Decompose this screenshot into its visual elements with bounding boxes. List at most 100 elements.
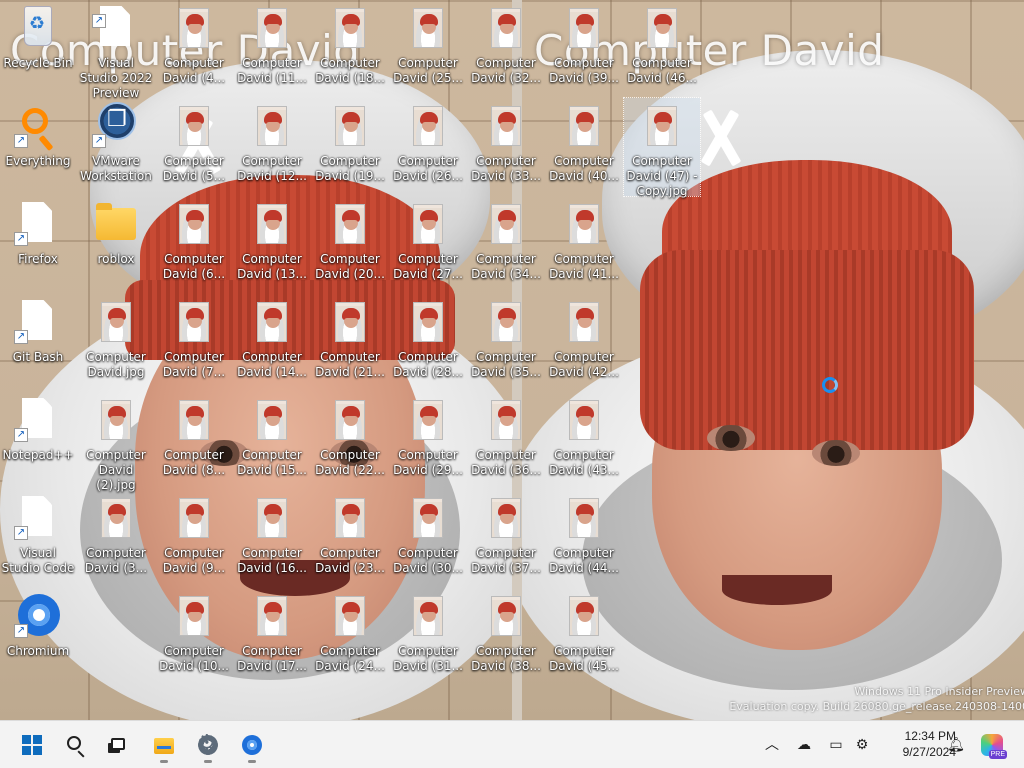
image-file-icon[interactable]: Computer David (17... — [234, 588, 310, 680]
image-file-icon[interactable]: Computer David (34... — [468, 196, 544, 288]
image-file-icon[interactable]: Computer David (13... — [234, 196, 310, 288]
icon-label: Computer David (25... — [393, 56, 463, 85]
image-file-icon[interactable]: Computer David (42... — [546, 294, 622, 386]
clock[interactable]: 12:34 PM 9/27/2024 — [870, 728, 956, 760]
desktop-icon-firefox[interactable]: ↗ Firefox — [0, 196, 76, 288]
image-thumbnail-icon — [413, 8, 443, 48]
image-file-icon[interactable]: Computer David (31... — [390, 588, 466, 680]
image-thumbnail-icon — [335, 8, 365, 48]
icon-label: Visual Studio 2022 Preview — [79, 56, 153, 100]
image-file-icon[interactable]: Computer David (33... — [468, 98, 544, 190]
file-explorer-button[interactable] — [146, 727, 182, 763]
task-view-button[interactable] — [100, 727, 136, 763]
image-file-icon[interactable]: Computer David (46... — [624, 0, 700, 92]
icon-label: Computer David (15... — [237, 448, 307, 477]
image-file-icon[interactable]: Computer David (38... — [468, 588, 544, 680]
image-thumbnail-icon — [569, 400, 599, 440]
chevron-up-icon[interactable]: ︿ — [762, 735, 782, 755]
desktop-icon-recycle-bin[interactable]: Recycle Bin — [0, 0, 76, 92]
image-file-icon[interactable]: Computer David (39... — [546, 0, 622, 92]
image-file-icon[interactable]: Computer David (18... — [312, 0, 388, 92]
image-file-icon[interactable]: Computer David (7... — [156, 294, 232, 386]
gear-icon — [197, 731, 218, 756]
image-file-icon[interactable]: Computer David (28... — [390, 294, 466, 386]
image-file-icon[interactable]: Computer David (45... — [546, 588, 622, 680]
image-file-icon[interactable]: Computer David (32... — [468, 0, 544, 92]
desktop-icon-notepad-plus-plus[interactable]: ↗ Notepad++ — [0, 392, 76, 484]
image-file-icon-selected[interactable]: Computer David (47) - Copy.jpg — [623, 97, 701, 198]
image-file-icon[interactable]: Computer David.jpg — [78, 294, 154, 386]
display-network-icon[interactable]: ▭ — [826, 735, 846, 755]
image-thumbnail-icon — [569, 596, 599, 636]
image-file-icon[interactable]: Computer David (21... — [312, 294, 388, 386]
image-file-icon[interactable]: Computer David (37... — [468, 490, 544, 582]
image-file-icon[interactable]: Computer David (30... — [390, 490, 466, 582]
image-file-icon[interactable]: Computer David (26... — [390, 98, 466, 190]
image-thumbnail-icon — [335, 400, 365, 440]
icon-label: Computer David (10... — [159, 644, 229, 673]
desktop-icon-visual-studio-2022[interactable]: ↗ Visual Studio 2022 Preview — [78, 0, 154, 100]
image-file-icon[interactable]: Computer David (29... — [390, 392, 466, 484]
icon-label: Computer David (33... — [471, 154, 541, 183]
icon-label: Computer David.jpg — [86, 350, 146, 379]
battery-settings-icon[interactable]: ⚙ — [852, 735, 872, 755]
image-file-icon[interactable]: Computer David (23... — [312, 490, 388, 582]
image-file-icon[interactable]: Computer David (25... — [390, 0, 466, 92]
image-file-icon[interactable]: Computer David (20... — [312, 196, 388, 288]
image-file-icon[interactable]: Computer David (15... — [234, 392, 310, 484]
image-file-icon[interactable]: Computer David (2).jpg — [78, 392, 154, 492]
image-file-icon[interactable]: Computer David (8... — [156, 392, 232, 484]
task-view-icon — [111, 738, 125, 750]
image-file-icon[interactable]: Computer David (41... — [546, 196, 622, 288]
image-file-icon[interactable]: Computer David (9... — [156, 490, 232, 582]
image-file-icon[interactable]: Computer David (35... — [468, 294, 544, 386]
image-thumbnail-icon — [413, 204, 443, 244]
image-thumbnail-icon — [647, 106, 677, 146]
icon-label: Computer David (43... — [549, 448, 619, 477]
image-file-icon[interactable]: Computer David (22... — [312, 392, 388, 484]
desktop-icon-git-bash[interactable]: ↗ Git Bash — [0, 294, 76, 386]
image-file-icon[interactable]: Computer David (6... — [156, 196, 232, 288]
settings-button[interactable] — [190, 727, 226, 763]
icon-label: roblox — [97, 252, 135, 266]
start-button[interactable] — [14, 727, 50, 763]
shortcut-arrow-icon: ↗ — [92, 134, 106, 148]
image-file-icon[interactable]: Computer David (3... — [78, 490, 154, 582]
image-file-icon[interactable]: Computer David (4... — [156, 0, 232, 92]
icon-label: Computer David (19... — [315, 154, 385, 183]
image-file-icon[interactable]: Computer David (10... — [156, 588, 232, 680]
image-thumbnail-icon — [569, 106, 599, 146]
desktop-icon-chromium[interactable]: ↗ Chromium — [0, 588, 76, 680]
busy-cursor-icon — [822, 377, 838, 393]
image-thumbnail-icon — [257, 596, 287, 636]
image-file-icon[interactable]: Computer David (12... — [234, 98, 310, 190]
copilot-preview-badge: PRE — [988, 750, 1007, 759]
image-file-icon[interactable]: Computer David (27... — [390, 196, 466, 288]
desktop-icon-roblox-folder[interactable]: roblox — [78, 196, 154, 288]
image-file-icon[interactable]: Computer David (36... — [468, 392, 544, 484]
image-file-icon[interactable]: Computer David (19... — [312, 98, 388, 190]
desktop-icon-vmware-workstation[interactable]: ↗ VMware Workstation — [78, 98, 154, 190]
desktop-icon-visual-studio-code[interactable]: ↗ Visual Studio Code — [0, 490, 76, 582]
image-file-icon[interactable]: Computer David (43... — [546, 392, 622, 484]
icon-label: Everything — [5, 154, 71, 168]
copilot-icon[interactable]: PRE — [981, 734, 1007, 759]
folder-icon — [96, 203, 136, 240]
image-file-icon[interactable]: Computer David (16... — [234, 490, 310, 582]
chromium-taskbar-button[interactable] — [234, 727, 270, 763]
search-button[interactable] — [58, 727, 94, 763]
image-thumbnail-icon — [491, 8, 521, 48]
image-file-icon[interactable]: Computer David (44... — [546, 490, 622, 582]
image-file-icon[interactable]: Computer David (40... — [546, 98, 622, 190]
image-file-icon[interactable]: Computer David (5... — [156, 98, 232, 190]
image-file-icon[interactable]: Computer David (11... — [234, 0, 310, 92]
icon-label: Computer David (47) - Copy.jpg — [626, 154, 698, 198]
icon-label: Computer David (21... — [315, 350, 385, 379]
bell-icon[interactable]: 🔔︎ — [946, 735, 966, 755]
image-thumbnail-icon — [491, 204, 521, 244]
cloud-off-icon[interactable]: ☁ — [794, 735, 814, 755]
desktop-icon-everything[interactable]: ↗ Everything — [0, 98, 76, 190]
image-file-icon[interactable]: Computer David (24... — [312, 588, 388, 680]
image-file-icon[interactable]: Computer David (14... — [234, 294, 310, 386]
icon-label: Computer David (42... — [549, 350, 619, 379]
